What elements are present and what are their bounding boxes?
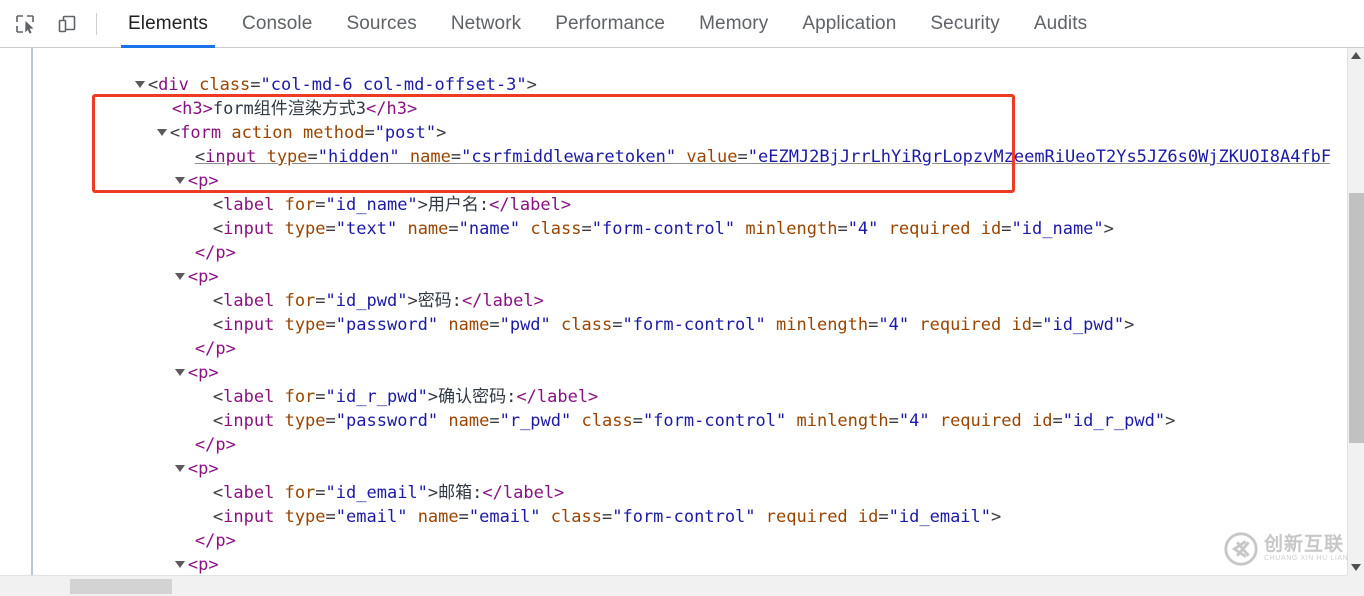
dom-line-input[interactable]: <input type="text" name="name" class="fo… [35,193,1330,239]
dom-line-p-close[interactable]: </p> [35,409,1330,455]
tab-security[interactable]: Security [913,0,1016,48]
dom-line-p-open[interactable]: <p> [35,433,1330,479]
tab-label: Performance [555,12,666,34]
scrollbar-corner [1347,575,1364,596]
dom-line-p-close[interactable]: </p> [35,505,1330,551]
dom-line-div-open[interactable]: <div class="col-md-6 col-md-offset-3"> [35,49,1330,95]
dom-line-label[interactable]: <label for="id_pwd">密码:</label> [35,265,1330,311]
device-toolbar-icon[interactable] [50,9,84,39]
tab-elements[interactable]: Elements [111,0,225,48]
devtools-window: Elements Console Sources Network Perform… [0,0,1364,596]
dom-line-label[interactable]: <label for="id_r_pwd">确认密码:</label> [35,361,1330,407]
dom-line-input[interactable]: <input type="password" name="pwd" class=… [35,289,1330,335]
tab-audits[interactable]: Audits [1017,0,1104,48]
horizontal-scrollbar-thumb[interactable] [70,579,172,594]
dom-line-h3[interactable]: <h3>form组件渲染方式3</h3> [35,73,1330,119]
toolbar-divider [96,12,97,35]
tab-label: Elements [128,12,209,34]
horizontal-scrollbar[interactable] [0,575,1364,596]
devtools-toolbar: Elements Console Sources Network Perform… [0,0,1364,48]
tree-gutter [0,48,33,575]
scroll-up-arrow-icon[interactable] [1351,52,1361,59]
tab-memory[interactable]: Memory [682,0,785,48]
dom-line-p-close[interactable]: </p> [35,313,1330,359]
scroll-down-arrow-icon[interactable] [1351,564,1361,571]
tab-sources[interactable]: Sources [329,0,433,48]
tab-performance[interactable]: Performance [538,0,682,48]
dom-line-p-open[interactable]: <p> [35,241,1330,287]
dom-line-label[interactable]: <label for="id_email">邮箱:</label> [35,457,1330,503]
tab-console[interactable]: Console [225,0,329,48]
tab-label: Console [242,12,313,34]
dom-line-p-open[interactable]: <p> [35,529,1330,575]
inspect-element-icon[interactable] [8,9,42,39]
tab-network[interactable]: Network [434,0,538,48]
dom-line-p-open[interactable]: <p> [35,337,1330,383]
tab-label: Network [450,12,522,34]
tab-application[interactable]: Application [785,0,913,48]
tab-label: Sources [346,12,417,34]
dom-line-input[interactable]: <input type="email" name="email" class="… [35,481,1330,527]
tab-label: Application [802,12,897,34]
devtools-tab-bar: Elements Console Sources Network Perform… [111,0,1104,48]
elements-panel: <div class="col-md-6 col-md-offset-3"> <… [0,48,1364,596]
dom-line-csrf-input[interactable]: <input type="hidden" name="csrfmiddlewar… [35,121,1330,167]
tab-label: Security [930,12,1000,34]
dom-line-label[interactable]: <label for="id_name">用户名:</label> [35,169,1330,215]
tab-label: Audits [1033,12,1088,34]
vertical-scrollbar[interactable] [1347,48,1364,575]
dom-line-p-close[interactable]: </p> [35,217,1330,263]
tab-label: Memory [699,12,769,34]
dom-tree[interactable]: <div class="col-md-6 col-md-offset-3"> <… [35,48,1330,575]
dom-line-input[interactable]: <input type="password" name="r_pwd" clas… [35,385,1330,431]
dom-line-label[interactable]: <label for="id_tel">手机号:</label> [35,553,1330,575]
dom-line-p-open[interactable]: <p> [35,145,1330,191]
dom-line-form-open[interactable]: <form action method="post"> [35,97,1330,143]
vertical-scrollbar-thumb[interactable] [1349,193,1364,443]
